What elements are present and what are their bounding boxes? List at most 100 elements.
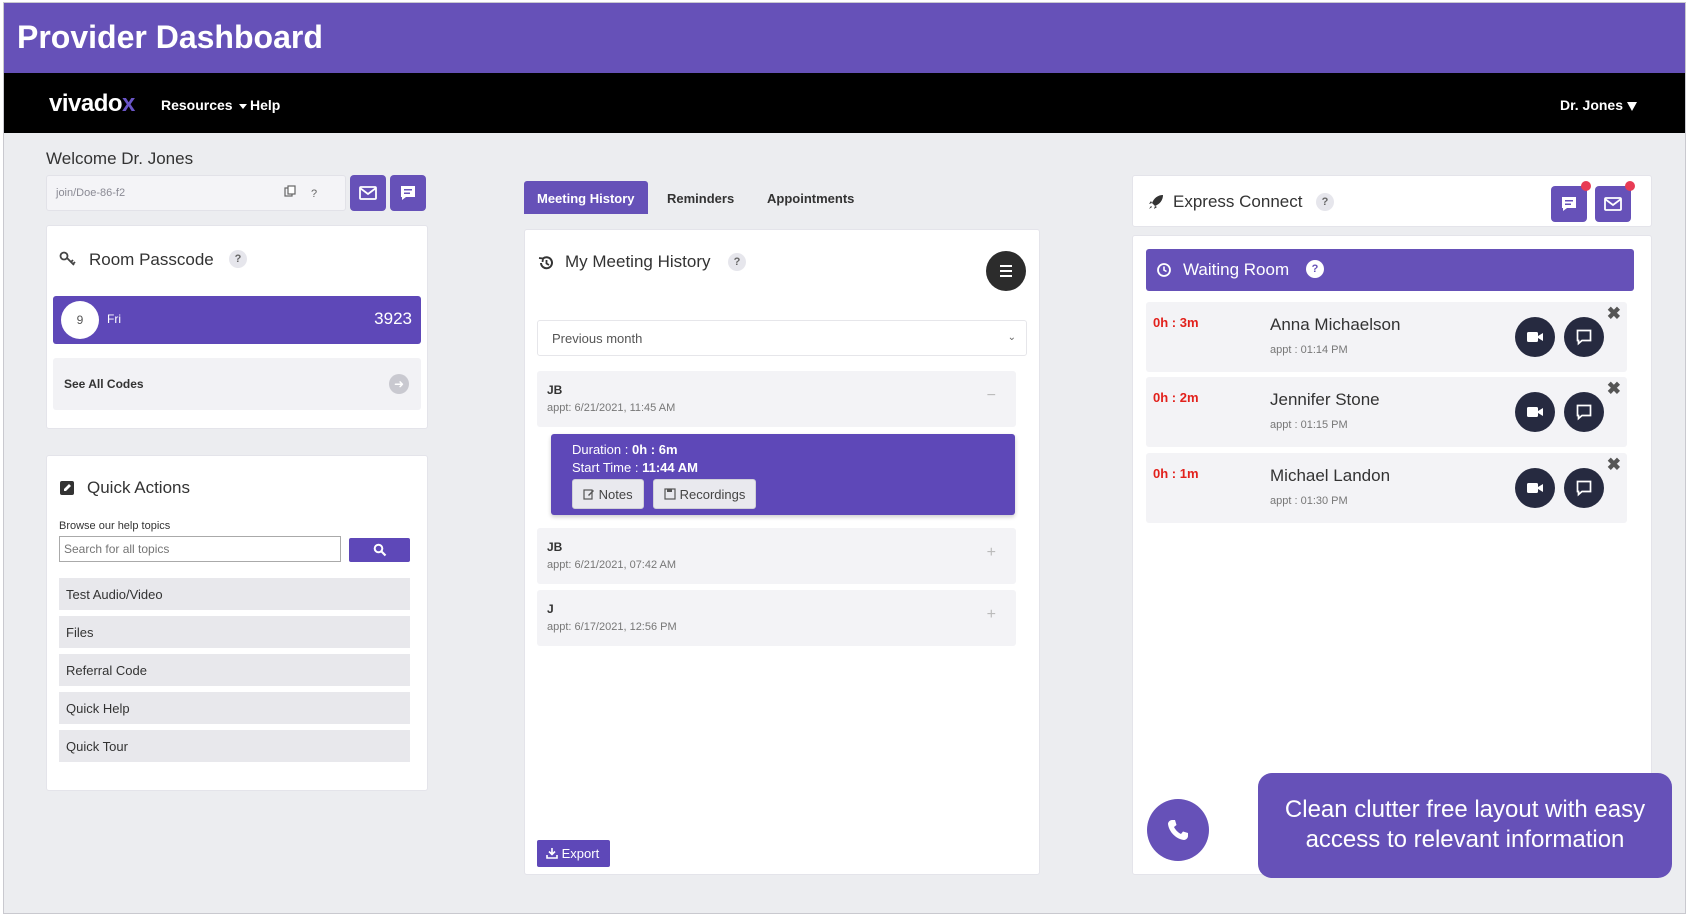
tab-reminders[interactable]: Reminders (654, 181, 747, 214)
video-call-button[interactable] (1515, 392, 1555, 432)
help-search-input[interactable] (59, 536, 341, 562)
video-camera-icon (1527, 483, 1543, 493)
waiting-room-header: Waiting Room ? (1146, 249, 1634, 291)
chat-icon (1576, 480, 1592, 497)
rocket-icon (1147, 193, 1165, 216)
passcode-value: 3923 (374, 309, 412, 328)
help-search-button[interactable] (349, 538, 410, 562)
start-time-label: Start Time : (572, 460, 643, 475)
download-icon (546, 848, 558, 859)
phone-icon (1168, 820, 1188, 840)
duration-value: 0h : 6m (631, 442, 678, 457)
chat-button[interactable] (1564, 468, 1604, 508)
patient-name: Anna Michaelson (1270, 315, 1401, 334)
waiting-room-help-icon[interactable]: ? (1306, 260, 1324, 278)
phone-call-button[interactable] (1147, 799, 1209, 861)
expand-icon[interactable]: + (987, 544, 996, 562)
period-select[interactable]: Previous month ⌄ (537, 320, 1027, 356)
quick-action-quick-tour[interactable]: Quick Tour (59, 730, 410, 762)
triangle-down-icon (1627, 101, 1637, 111)
patient-appt: appt : 01:30 PM (1270, 495, 1348, 507)
edit-square-icon (59, 480, 75, 501)
chat-button[interactable] (1564, 392, 1604, 432)
chat-icon (1576, 329, 1592, 346)
meeting-history-card: My Meeting History ? Previous month ⌄ JB… (524, 229, 1040, 875)
save-icon (664, 488, 676, 500)
see-all-codes-button[interactable]: See All Codes ➜ (53, 358, 421, 410)
copy-icon[interactable] (281, 185, 299, 203)
message-link-button[interactable] (390, 175, 426, 211)
search-icon (373, 543, 387, 557)
duration-line: Duration : 0h : 6m (572, 442, 678, 457)
brand-logo[interactable]: vivadox (49, 90, 135, 118)
video-camera-icon (1527, 332, 1543, 342)
expand-icon[interactable]: + (987, 606, 996, 624)
quick-action-quick-help[interactable]: Quick Help (59, 692, 410, 724)
express-email-button[interactable] (1595, 181, 1635, 222)
quick-action-test-audio-video[interactable]: Test Audio/Video (59, 578, 410, 610)
meeting-appt: appt: 6/17/2021, 12:56 PM (547, 621, 677, 633)
user-menu[interactable]: Dr. Jones (1560, 97, 1637, 113)
video-call-button[interactable] (1515, 468, 1555, 508)
nav-resources[interactable]: Resources (161, 97, 247, 113)
meeting-row[interactable]: JB appt: 6/21/2021, 11:45 AM − (537, 371, 1016, 427)
room-link-field[interactable]: join/Doe-86-f2 ? (46, 175, 346, 211)
top-navbar: vivadox Resources Help Dr. Jones (4, 73, 1685, 133)
meeting-appt: appt: 6/21/2021, 07:42 AM (547, 559, 677, 571)
help-topics-label: Browse our help topics (59, 520, 171, 532)
room-passcode-help-icon[interactable]: ? (229, 250, 247, 268)
video-call-button[interactable] (1515, 317, 1555, 357)
day-name: Fri (107, 312, 121, 326)
clock-icon (1156, 262, 1172, 283)
chat-icon (1562, 197, 1576, 211)
video-camera-icon (1527, 407, 1543, 417)
close-icon[interactable]: ✖ (1607, 455, 1621, 475)
chat-button[interactable] (1564, 317, 1604, 357)
room-passcode-title: Room Passcode (89, 250, 214, 269)
recordings-button[interactable]: Recordings (653, 479, 757, 509)
menu-icon-bar (1000, 270, 1012, 272)
brand-logo-text: vivado (49, 90, 123, 117)
help-icon[interactable]: ? (305, 185, 323, 203)
key-icon (59, 250, 77, 273)
start-time-value: 11:44 AM (642, 460, 698, 475)
meeting-history-help-icon[interactable]: ? (728, 253, 746, 271)
nav-help[interactable]: Help (250, 97, 280, 113)
passcode-row[interactable]: 9 Fri 3923 (53, 296, 421, 344)
day-number: 9 (61, 301, 99, 339)
meeting-initials: JB (547, 540, 563, 554)
patient-appt: appt : 01:14 PM (1270, 344, 1348, 356)
export-button[interactable]: Export (537, 840, 610, 867)
title-banner: Provider Dashboard (4, 3, 1685, 73)
duration-label: Duration : (572, 442, 632, 457)
express-connect-help-icon[interactable]: ? (1316, 193, 1334, 211)
email-link-button[interactable] (350, 175, 386, 211)
quick-action-files[interactable]: Files (59, 616, 410, 648)
close-icon[interactable]: ✖ (1607, 304, 1621, 324)
quick-actions-card: Quick Actions Browse our help topics Tes… (46, 455, 428, 791)
express-connect-title: Express Connect (1173, 192, 1303, 211)
menu-icon-bar (1000, 275, 1012, 277)
waiting-patient-row: 0h : 3m Anna Michaelson appt : 01:14 PM … (1146, 302, 1627, 372)
express-message-button[interactable] (1551, 181, 1591, 222)
collapse-icon[interactable]: − (987, 387, 996, 405)
tab-appointments[interactable]: Appointments (754, 181, 867, 214)
tab-meeting-history[interactable]: Meeting History (524, 181, 648, 214)
period-select-value: Previous month (552, 331, 643, 346)
notification-dot (1581, 181, 1591, 191)
meeting-row[interactable]: J appt: 6/17/2021, 12:56 PM + (537, 590, 1016, 646)
quick-action-referral-code[interactable]: Referral Code (59, 654, 410, 686)
meeting-appt: appt: 6/21/2021, 11:45 AM (547, 402, 676, 414)
edit-icon (583, 489, 594, 500)
meeting-initials: J (547, 602, 554, 616)
close-icon[interactable]: ✖ (1607, 379, 1621, 399)
meeting-row[interactable]: JB appt: 6/21/2021, 07:42 AM + (537, 528, 1016, 584)
notes-label: Notes (598, 487, 633, 502)
room-passcode-card: Room Passcode ? 9 Fri 3923 See All Codes… (46, 225, 428, 429)
meeting-history-title: My Meeting History (565, 252, 711, 271)
chat-icon (401, 186, 415, 200)
start-time-line: Start Time : 11:44 AM (572, 460, 698, 475)
list-menu-button[interactable] (986, 251, 1026, 291)
notes-button[interactable]: Notes (572, 479, 644, 509)
waiting-room-title: Waiting Room (1183, 260, 1290, 279)
